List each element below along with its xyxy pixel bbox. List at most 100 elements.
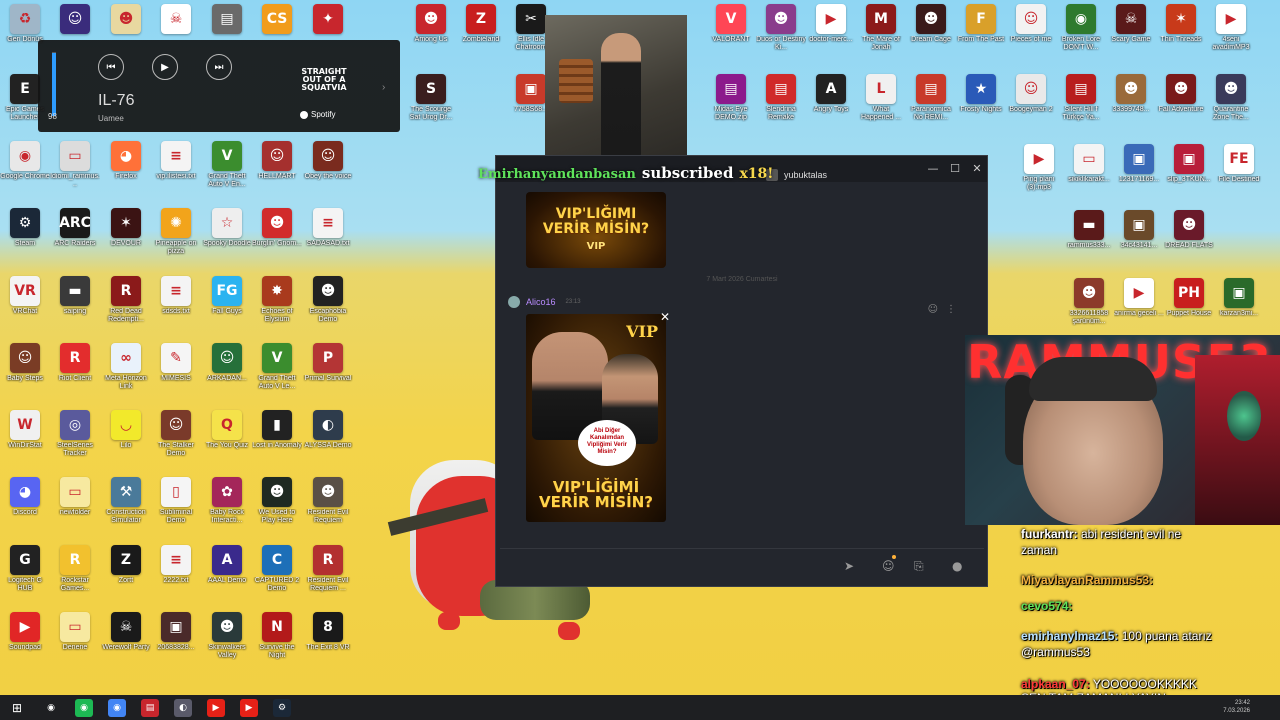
desktop-icon[interactable]: ☻ Resident Evil Requiem [303,473,353,539]
desktop-icon[interactable]: ≡ sdsds.txt [151,272,201,338]
system-tray-clock[interactable]: 23:42 7.03.2026 [1223,699,1250,715]
desktop-icon[interactable]: VR VRChat [0,272,50,338]
desktop-icon[interactable]: ◎ SteelSeries Tracker [50,406,100,472]
desktop-icon[interactable]: ★ Frosty Nights [956,70,1006,136]
desktop-icon[interactable]: ▤ Silent Hill f Türkçe Ya... [1056,70,1106,136]
desktop-icon[interactable]: 8 The Exit 8 VR [303,608,353,674]
desktop-icon[interactable]: ☻ Fall Adventure [1156,70,1206,136]
desktop-icon[interactable]: ≡ vip.ilistesi.txt [151,137,201,203]
desktop-icon[interactable]: A Angry Toys [806,70,856,136]
desktop-icon[interactable]: R Rockstar Games... [50,541,100,607]
taskbar-app-soundpad[interactable]: ▶ [240,699,258,717]
message-composer[interactable]: ➤ ☺ ⎘ ● [500,548,984,582]
desktop-icon[interactable]: ☆ Spooky Doodle [202,204,252,270]
desktop-icon[interactable]: ▤ Paranormica No REMI... [906,70,956,136]
desktop-icon[interactable]: ⚙ Steam [0,204,50,270]
desktop-icon[interactable]: Z Zombieland [456,0,506,66]
desktop-icon[interactable]: ARC ARC Raiders [50,204,100,270]
more-options-icon[interactable]: ⋮ [946,304,956,315]
desktop-icon[interactable]: ▶ anırma geceli ... [1114,274,1164,340]
minimize-button[interactable]: — [922,159,944,177]
taskbar-app-chrome[interactable]: ◉ [108,699,126,717]
desktop-icon[interactable]: ▶ Soundpad [0,608,50,674]
desktop-icon[interactable]: ☻ Dream Cage [906,0,956,66]
desktop-icon[interactable]: R Red Dead Redempti... [101,272,151,338]
attach-icon[interactable]: ⎘ [914,559,924,574]
start-button[interactable]: ⊞ [8,699,26,717]
desktop-icon[interactable]: ◕ Discord [0,473,50,539]
desktop-icon[interactable]: ▶ Ping planı (3).mp3 [1014,140,1064,206]
desktop-icon[interactable]: ▭ Denene [50,608,100,674]
desktop-icon[interactable]: ✶ DEVOUR [101,204,151,270]
desktop-icon[interactable]: N Survive the Night [252,608,302,674]
desktop-icon[interactable]: ✶ Thin Threads [1156,0,1206,66]
desktop-icon[interactable]: Z Zortt [101,541,151,607]
desktop-icon[interactable]: ☻ Skinwalkers Valley [202,608,252,674]
desktop-icon[interactable]: ◐ ALYSSA Demo [303,406,353,472]
desktop-icon[interactable]: G Logitech G HUB [0,541,50,607]
play-button[interactable]: ▶ [152,54,178,80]
desktop-icon[interactable]: ∞ Meta Horizon Link [101,339,151,405]
emoji-icon[interactable]: ☺ [882,559,895,573]
desktop-icon[interactable]: ☻ Escaphobia Demo [303,272,353,338]
close-button[interactable]: ✕ [966,159,988,177]
microphone-icon[interactable]: ● [952,559,962,573]
desktop-icon[interactable]: S The Scourge Sat Urog Dr... [406,70,456,136]
chat-messages[interactable]: VIP'LIĞIMI VERİR MİSİN? VIP 7 Mart 2026 … [508,186,976,548]
desktop-icon[interactable]: ▣ slip_3TKUN... [1164,140,1214,206]
desktop-icon[interactable]: ☺ Baby Steps [0,339,50,405]
desktop-icon[interactable]: R Resident Evil Requiem ... [303,541,353,607]
desktop-icon[interactable]: ☺ The Stalker Demo [151,406,201,472]
desktop-icon[interactable]: ▤ Midas Eye DEMO.zip [706,70,756,136]
desktop-icon[interactable]: ✿ Baby Rock Interacti... [202,473,252,539]
vip-image-banner[interactable]: VIP'LIĞIMI VERİR MİSİN? VIP [526,192,666,268]
desktop-icon[interactable]: C CAPTURED 2 Demo [252,541,302,607]
desktop-icon[interactable]: ▣ 34c43141... [1114,206,1164,272]
volume-bar[interactable] [52,52,56,116]
message-author[interactable]: Alico16 23:13 [508,296,581,308]
desktop-icon[interactable]: ✎ MIMESIS [151,339,201,405]
desktop-icon[interactable]: ▶ doctor-merc... [806,0,856,66]
maximize-button[interactable]: ☐ [944,159,966,177]
desktop-icon[interactable]: ≡ 2222.txt [151,541,201,607]
vip-poster-image[interactable]: VIP Abi Diğer Kanalımdan Vipliğimi Verir… [526,314,666,522]
desktop-icon[interactable]: ◡ Lilo [101,406,151,472]
desktop-icon[interactable]: ▭ Idiomi_rammus... [50,137,100,203]
desktop-icon[interactable]: FG Fall Guys [202,272,252,338]
desktop-icon[interactable]: V VALORANT [706,0,756,66]
close-image-button[interactable]: ✕ [658,310,672,324]
taskbar-app-voicemeeter[interactable]: ▤ [141,699,159,717]
chat-header-user[interactable]: yubuktalas [766,169,827,181]
desktop-icon[interactable]: ⚒ Construction Simulator [101,473,151,539]
desktop-icon[interactable]: ☺ HELLMART [252,137,302,203]
desktop-icon[interactable]: ☻ Burglin' Gnom... [252,204,302,270]
desktop-icon[interactable]: ▬ rammus333... [1064,206,1114,272]
desktop-icon[interactable]: ☺ Boogeyman 2 [1006,70,1056,136]
taskbar-app-obs[interactable]: ◐ [174,699,192,717]
chevron-right-icon[interactable]: › [382,82,385,93]
desktop-icon[interactable]: ▮ Lost in Anomaly [252,406,302,472]
desktop-icon[interactable]: ☻ 33399748... [1106,70,1156,136]
react-icon[interactable]: ☺ [928,304,938,315]
author-name[interactable]: Alico16 [526,297,556,307]
desktop-icon[interactable]: R Riot Client [50,339,100,405]
desktop-icon[interactable]: ☻ We Used to Play Here [252,473,302,539]
desktop-icon[interactable]: ▯ Subliminal Demo [151,473,201,539]
desktop-icon[interactable]: ▬ saiping [50,272,100,338]
desktop-icon[interactable]: ✸ Echoes of Elysium [252,272,302,338]
desktop-icon[interactable]: FE File Destined [1214,140,1264,206]
desktop-icon[interactable]: L What Happened ... [856,70,906,136]
desktop-icon[interactable]: ▤ Slendrina Remake [756,70,806,136]
desktop-icon[interactable]: ▣ 20683828... [151,608,201,674]
desktop-icon[interactable]: ◕ Firefox [101,137,151,203]
desktop-icon[interactable]: W WinDirStat [0,406,50,472]
desktop-icon[interactable]: Q The You Quiz [202,406,252,472]
desktop-icon[interactable]: ▶ 4seni avadimMP3 [1206,0,1256,66]
desktop-icon[interactable]: ▭ sikiklikarakt... [1064,140,1114,206]
desktop-icon[interactable]: ☻ Duos or Destiny Ki... [756,0,806,66]
desktop-icon[interactable]: ☺ Obey the voice [303,137,353,203]
desktop-icon[interactable]: V Grand Theft Auto V En... [202,137,252,203]
desktop-icon[interactable]: ✺ Pineapple on pizza [151,204,201,270]
desktop-icon[interactable]: ☻ DREAD FLATS [1164,206,1214,272]
desktop-icon[interactable]: ◉ Google Chrome [0,137,50,203]
